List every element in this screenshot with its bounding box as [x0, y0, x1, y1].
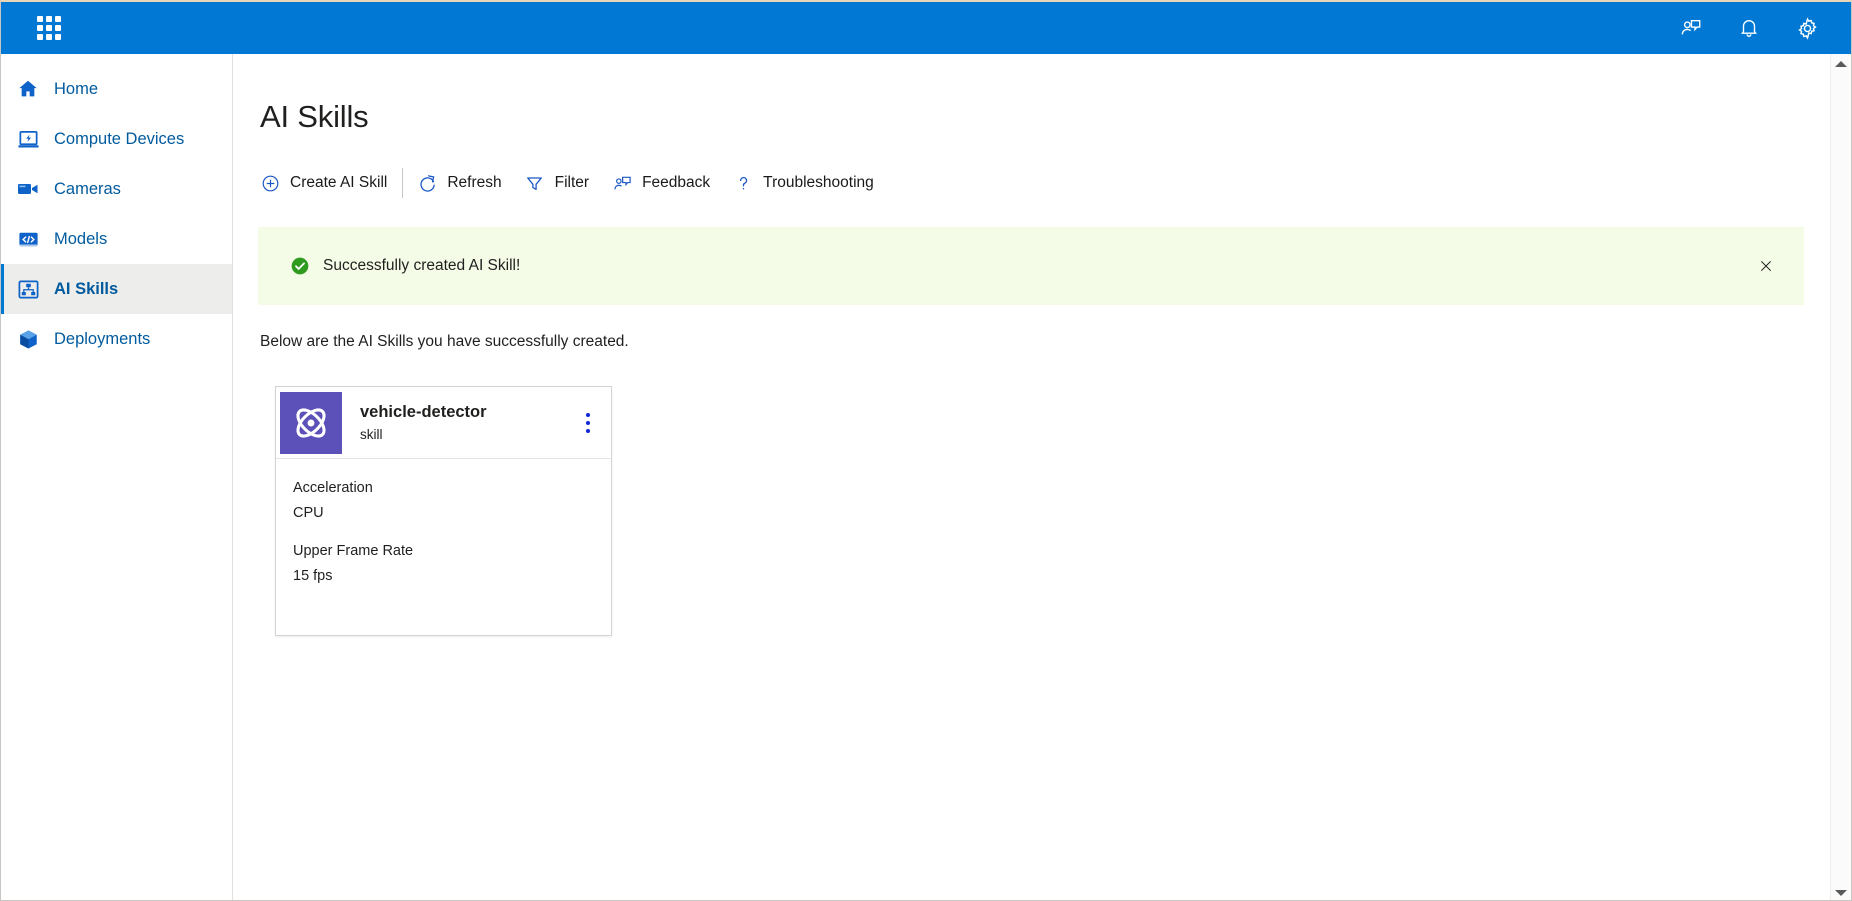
models-code-icon: [15, 226, 41, 252]
scroll-up-arrow-icon[interactable]: [1831, 54, 1852, 74]
page-title: AI Skills: [260, 99, 369, 134]
filter-button[interactable]: Filter: [513, 164, 600, 202]
sidebar-item-compute-devices[interactable]: Compute Devices: [1, 114, 232, 164]
field-value-acceleration: CPU: [293, 505, 324, 521]
card-header: vehicle-detector skill: [276, 387, 611, 459]
question-mark-icon: [732, 172, 754, 194]
field-label-acceleration: Acceleration: [293, 480, 373, 496]
ai-skill-card[interactable]: vehicle-detector skill Acceleration CPU …: [275, 386, 612, 636]
deployments-cube-icon: [15, 326, 41, 352]
sidebar-item-cameras[interactable]: Cameras: [1, 164, 232, 214]
sidebar-item-label: Cameras: [54, 179, 121, 198]
topbar-actions: [1671, 8, 1827, 48]
troubleshooting-button[interactable]: Troubleshooting: [721, 164, 885, 202]
sidebar-item-deployments[interactable]: Deployments: [1, 314, 232, 364]
card-title: vehicle-detector: [360, 403, 487, 421]
toolbar-label: Refresh: [447, 174, 502, 191]
home-icon: [15, 76, 41, 102]
field-value-upper-frame-rate: 15 fps: [293, 568, 333, 584]
card-subtitle: skill: [360, 427, 383, 442]
card-title-block: vehicle-detector skill: [360, 387, 571, 458]
top-app-bar: [1, 2, 1851, 54]
banner-message: Successfully created AI Skill!: [323, 257, 521, 274]
success-check-icon: [290, 256, 310, 276]
command-toolbar: Create AI Skill Refresh Filter Feedback …: [248, 164, 1830, 202]
success-banner: Successfully created AI Skill!: [258, 227, 1804, 305]
toolbar-separator: [402, 168, 404, 198]
sidebar-item-label: Models: [54, 229, 108, 248]
sidebar-item-label: AI Skills: [54, 279, 119, 298]
sidebar-item-label: Home: [54, 79, 99, 98]
sidebar-nav: Home Compute Devices Cameras Models AI S…: [1, 54, 233, 900]
sidebar-item-home[interactable]: Home: [1, 64, 232, 114]
sidebar-item-label: Deployments: [54, 329, 151, 348]
feedback-person-icon: [611, 172, 633, 194]
more-vertical-icon[interactable]: [571, 387, 605, 458]
camera-icon: [15, 176, 41, 202]
app-window: Home Compute Devices Cameras Models AI S…: [0, 0, 1852, 901]
settings-gear-icon[interactable]: [1787, 8, 1827, 48]
filter-funnel-icon: [524, 172, 546, 194]
page-subtitle: Below are the AI Skills you have success…: [260, 333, 629, 350]
toolbar-label: Troubleshooting: [763, 174, 874, 191]
scroll-down-arrow-icon[interactable]: [1831, 883, 1852, 900]
plus-circle-icon: [259, 172, 281, 194]
main-content: AI Skills Create AI Skill Refresh Filter…: [234, 54, 1830, 900]
vertical-scrollbar[interactable]: [1830, 54, 1852, 900]
feedback-icon[interactable]: [1671, 8, 1711, 48]
refresh-icon: [416, 172, 438, 194]
toolbar-label: Create AI Skill: [290, 174, 388, 191]
app-launcher-icon[interactable]: [35, 14, 63, 42]
notifications-bell-icon[interactable]: [1729, 8, 1769, 48]
card-body: Acceleration CPU Upper Frame Rate 15 fps: [276, 459, 611, 635]
sidebar-item-label: Compute Devices: [54, 129, 185, 148]
close-icon[interactable]: [1750, 250, 1782, 282]
sidebar-item-ai-skills[interactable]: AI Skills: [1, 264, 232, 314]
toolbar-label: Filter: [554, 174, 590, 191]
create-ai-skill-button[interactable]: Create AI Skill: [248, 164, 398, 202]
skills-card-grid: vehicle-detector skill Acceleration CPU …: [275, 386, 1830, 636]
compute-device-icon: [15, 126, 41, 152]
ai-skills-icon: [15, 276, 41, 302]
atom-icon: [280, 392, 342, 454]
toolbar-label: Feedback: [642, 174, 711, 191]
refresh-button[interactable]: Refresh: [405, 164, 512, 202]
field-label-upper-frame-rate: Upper Frame Rate: [293, 543, 414, 559]
feedback-button[interactable]: Feedback: [600, 164, 721, 202]
sidebar-item-models[interactable]: Models: [1, 214, 232, 264]
